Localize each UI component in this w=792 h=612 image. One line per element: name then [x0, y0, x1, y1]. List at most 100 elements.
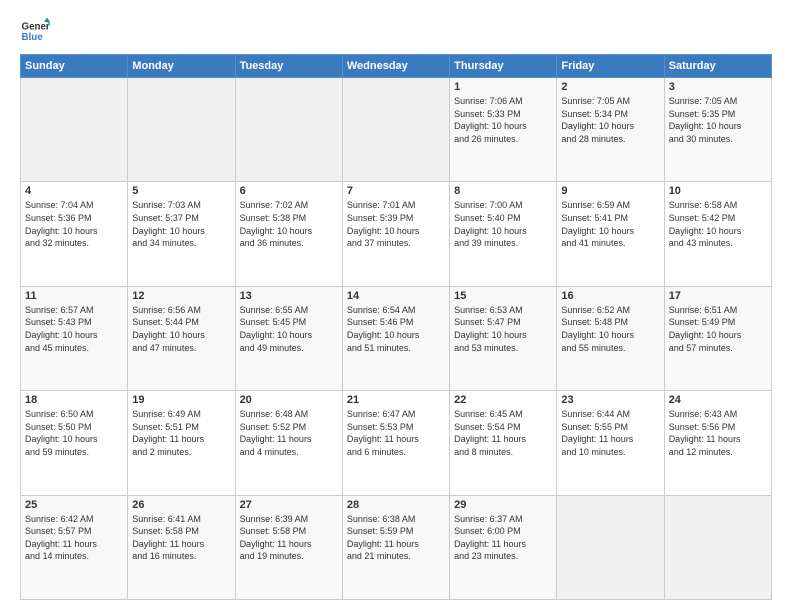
calendar-cell: 21 Sunrise: 6:47 AM Sunset: 5:53 PM Dayli… [342, 391, 449, 495]
calendar-cell: 22Sunrise: 6:45 AM Sunset: 5:54 PM Dayli… [450, 391, 557, 495]
calendar-cell [235, 78, 342, 182]
calendar-cell: 12 Sunrise: 6:56 AM Sunset: 5:44 PM Dayli… [128, 286, 235, 390]
logo: General Blue [20, 16, 50, 46]
day-number: 5 [132, 185, 230, 197]
day-info: Sunrise: 6:55 AM Sunset: 5:45 PM Dayligh… [240, 304, 338, 354]
day-number: 12 [132, 290, 230, 302]
calendar-cell: 20 Sunrise: 6:48 AM Sunset: 5:52 PM Dayli… [235, 391, 342, 495]
page: General Blue SundayMondayTuesdayWednesda… [0, 0, 792, 612]
calendar-cell [342, 78, 449, 182]
calendar-cell: 6 Sunrise: 7:02 AM Sunset: 5:38 PM Daylig… [235, 182, 342, 286]
day-info: Sunrise: 7:05 AM Sunset: 5:34 PM Dayligh… [561, 95, 659, 145]
day-info: Sunrise: 6:54 AM Sunset: 5:46 PM Dayligh… [347, 304, 445, 354]
day-info: Sunrise: 7:05 AM Sunset: 5:35 PM Dayligh… [669, 95, 767, 145]
logo-icon: General Blue [20, 16, 50, 46]
calendar-week-1: 4Sunrise: 7:04 AM Sunset: 5:36 PM Daylig… [21, 182, 772, 286]
day-info: Sunrise: 6:37 AM Sunset: 6:00 PM Dayligh… [454, 513, 552, 563]
calendar-cell: 29 Sunrise: 6:37 AM Sunset: 6:00 PM Dayli… [450, 495, 557, 599]
day-info: Sunrise: 6:48 AM Sunset: 5:52 PM Dayligh… [240, 408, 338, 458]
day-info: Sunrise: 7:00 AM Sunset: 5:40 PM Dayligh… [454, 199, 552, 249]
weekday-header-sunday: Sunday [21, 55, 128, 78]
day-number: 16 [561, 290, 659, 302]
day-info: Sunrise: 6:39 AM Sunset: 5:58 PM Dayligh… [240, 513, 338, 563]
day-info: Sunrise: 6:51 AM Sunset: 5:49 PM Dayligh… [669, 304, 767, 354]
day-info: Sunrise: 7:03 AM Sunset: 5:37 PM Dayligh… [132, 199, 230, 249]
day-number: 22 [454, 394, 552, 406]
day-info: Sunrise: 6:49 AM Sunset: 5:51 PM Dayligh… [132, 408, 230, 458]
weekday-header-thursday: Thursday [450, 55, 557, 78]
day-number: 28 [347, 499, 445, 511]
weekday-header-tuesday: Tuesday [235, 55, 342, 78]
day-number: 1 [454, 81, 552, 93]
day-number: 29 [454, 499, 552, 511]
weekday-header-wednesday: Wednesday [342, 55, 449, 78]
day-info: Sunrise: 7:01 AM Sunset: 5:39 PM Dayligh… [347, 199, 445, 249]
day-number: 3 [669, 81, 767, 93]
day-number: 8 [454, 185, 552, 197]
day-number: 21 [347, 394, 445, 406]
day-info: Sunrise: 7:02 AM Sunset: 5:38 PM Dayligh… [240, 199, 338, 249]
calendar-cell: 25 Sunrise: 6:42 AM Sunset: 5:57 PM Dayli… [21, 495, 128, 599]
day-number: 19 [132, 394, 230, 406]
day-number: 4 [25, 185, 123, 197]
day-number: 18 [25, 394, 123, 406]
day-number: 6 [240, 185, 338, 197]
calendar-cell: 5 Sunrise: 7:03 AM Sunset: 5:37 PM Daylig… [128, 182, 235, 286]
day-number: 24 [669, 394, 767, 406]
weekday-header-saturday: Saturday [664, 55, 771, 78]
calendar-cell: 9 Sunrise: 6:59 AM Sunset: 5:41 PM Daylig… [557, 182, 664, 286]
calendar-cell: 4Sunrise: 7:04 AM Sunset: 5:36 PM Daylig… [21, 182, 128, 286]
day-number: 2 [561, 81, 659, 93]
day-info: Sunrise: 6:50 AM Sunset: 5:50 PM Dayligh… [25, 408, 123, 458]
day-number: 20 [240, 394, 338, 406]
day-info: Sunrise: 6:52 AM Sunset: 5:48 PM Dayligh… [561, 304, 659, 354]
day-number: 14 [347, 290, 445, 302]
day-info: Sunrise: 6:58 AM Sunset: 5:42 PM Dayligh… [669, 199, 767, 249]
day-number: 23 [561, 394, 659, 406]
day-number: 25 [25, 499, 123, 511]
calendar-table: SundayMondayTuesdayWednesdayThursdayFrid… [20, 54, 772, 600]
day-info: Sunrise: 6:41 AM Sunset: 5:58 PM Dayligh… [132, 513, 230, 563]
day-number: 26 [132, 499, 230, 511]
calendar-cell [664, 495, 771, 599]
day-info: Sunrise: 6:59 AM Sunset: 5:41 PM Dayligh… [561, 199, 659, 249]
calendar-cell: 27 Sunrise: 6:39 AM Sunset: 5:58 PM Dayli… [235, 495, 342, 599]
calendar-cell: 28 Sunrise: 6:38 AM Sunset: 5:59 PM Dayli… [342, 495, 449, 599]
day-number: 15 [454, 290, 552, 302]
day-info: Sunrise: 6:57 AM Sunset: 5:43 PM Dayligh… [25, 304, 123, 354]
day-number: 13 [240, 290, 338, 302]
day-info: Sunrise: 6:53 AM Sunset: 5:47 PM Dayligh… [454, 304, 552, 354]
weekday-header-monday: Monday [128, 55, 235, 78]
calendar-cell: 18 Sunrise: 6:50 AM Sunset: 5:50 PM Dayli… [21, 391, 128, 495]
day-number: 9 [561, 185, 659, 197]
svg-text:Blue: Blue [22, 32, 44, 43]
day-number: 11 [25, 290, 123, 302]
calendar-cell: 26 Sunrise: 6:41 AM Sunset: 5:58 PM Dayli… [128, 495, 235, 599]
day-info: Sunrise: 6:43 AM Sunset: 5:56 PM Dayligh… [669, 408, 767, 458]
day-info: Sunrise: 6:42 AM Sunset: 5:57 PM Dayligh… [25, 513, 123, 563]
calendar-cell: 2 Sunrise: 7:05 AM Sunset: 5:34 PM Daylig… [557, 78, 664, 182]
day-info: Sunrise: 6:38 AM Sunset: 5:59 PM Dayligh… [347, 513, 445, 563]
calendar-week-2: 11 Sunrise: 6:57 AM Sunset: 5:43 PM Dayli… [21, 286, 772, 390]
calendar-cell: 10 Sunrise: 6:58 AM Sunset: 5:42 PM Dayli… [664, 182, 771, 286]
calendar-cell: 23 Sunrise: 6:44 AM Sunset: 5:55 PM Dayli… [557, 391, 664, 495]
calendar-cell [21, 78, 128, 182]
calendar-cell: 11 Sunrise: 6:57 AM Sunset: 5:43 PM Dayli… [21, 286, 128, 390]
day-info: Sunrise: 6:44 AM Sunset: 5:55 PM Dayligh… [561, 408, 659, 458]
day-number: 10 [669, 185, 767, 197]
day-number: 27 [240, 499, 338, 511]
calendar-cell: 3 Sunrise: 7:05 AM Sunset: 5:35 PM Daylig… [664, 78, 771, 182]
day-info: Sunrise: 6:47 AM Sunset: 5:53 PM Dayligh… [347, 408, 445, 458]
svg-text:General: General [22, 22, 51, 33]
day-info: Sunrise: 6:56 AM Sunset: 5:44 PM Dayligh… [132, 304, 230, 354]
calendar-week-4: 25 Sunrise: 6:42 AM Sunset: 5:57 PM Dayli… [21, 495, 772, 599]
header: General Blue [20, 16, 772, 46]
calendar-cell: 16 Sunrise: 6:52 AM Sunset: 5:48 PM Dayli… [557, 286, 664, 390]
calendar-cell: 8 Sunrise: 7:00 AM Sunset: 5:40 PM Daylig… [450, 182, 557, 286]
calendar-cell: 24 Sunrise: 6:43 AM Sunset: 5:56 PM Dayli… [664, 391, 771, 495]
weekday-header-friday: Friday [557, 55, 664, 78]
day-number: 17 [669, 290, 767, 302]
calendar-header-row: SundayMondayTuesdayWednesdayThursdayFrid… [21, 55, 772, 78]
calendar-cell: 7Sunrise: 7:01 AM Sunset: 5:39 PM Daylig… [342, 182, 449, 286]
calendar-cell: 15 Sunrise: 6:53 AM Sunset: 5:47 PM Dayli… [450, 286, 557, 390]
